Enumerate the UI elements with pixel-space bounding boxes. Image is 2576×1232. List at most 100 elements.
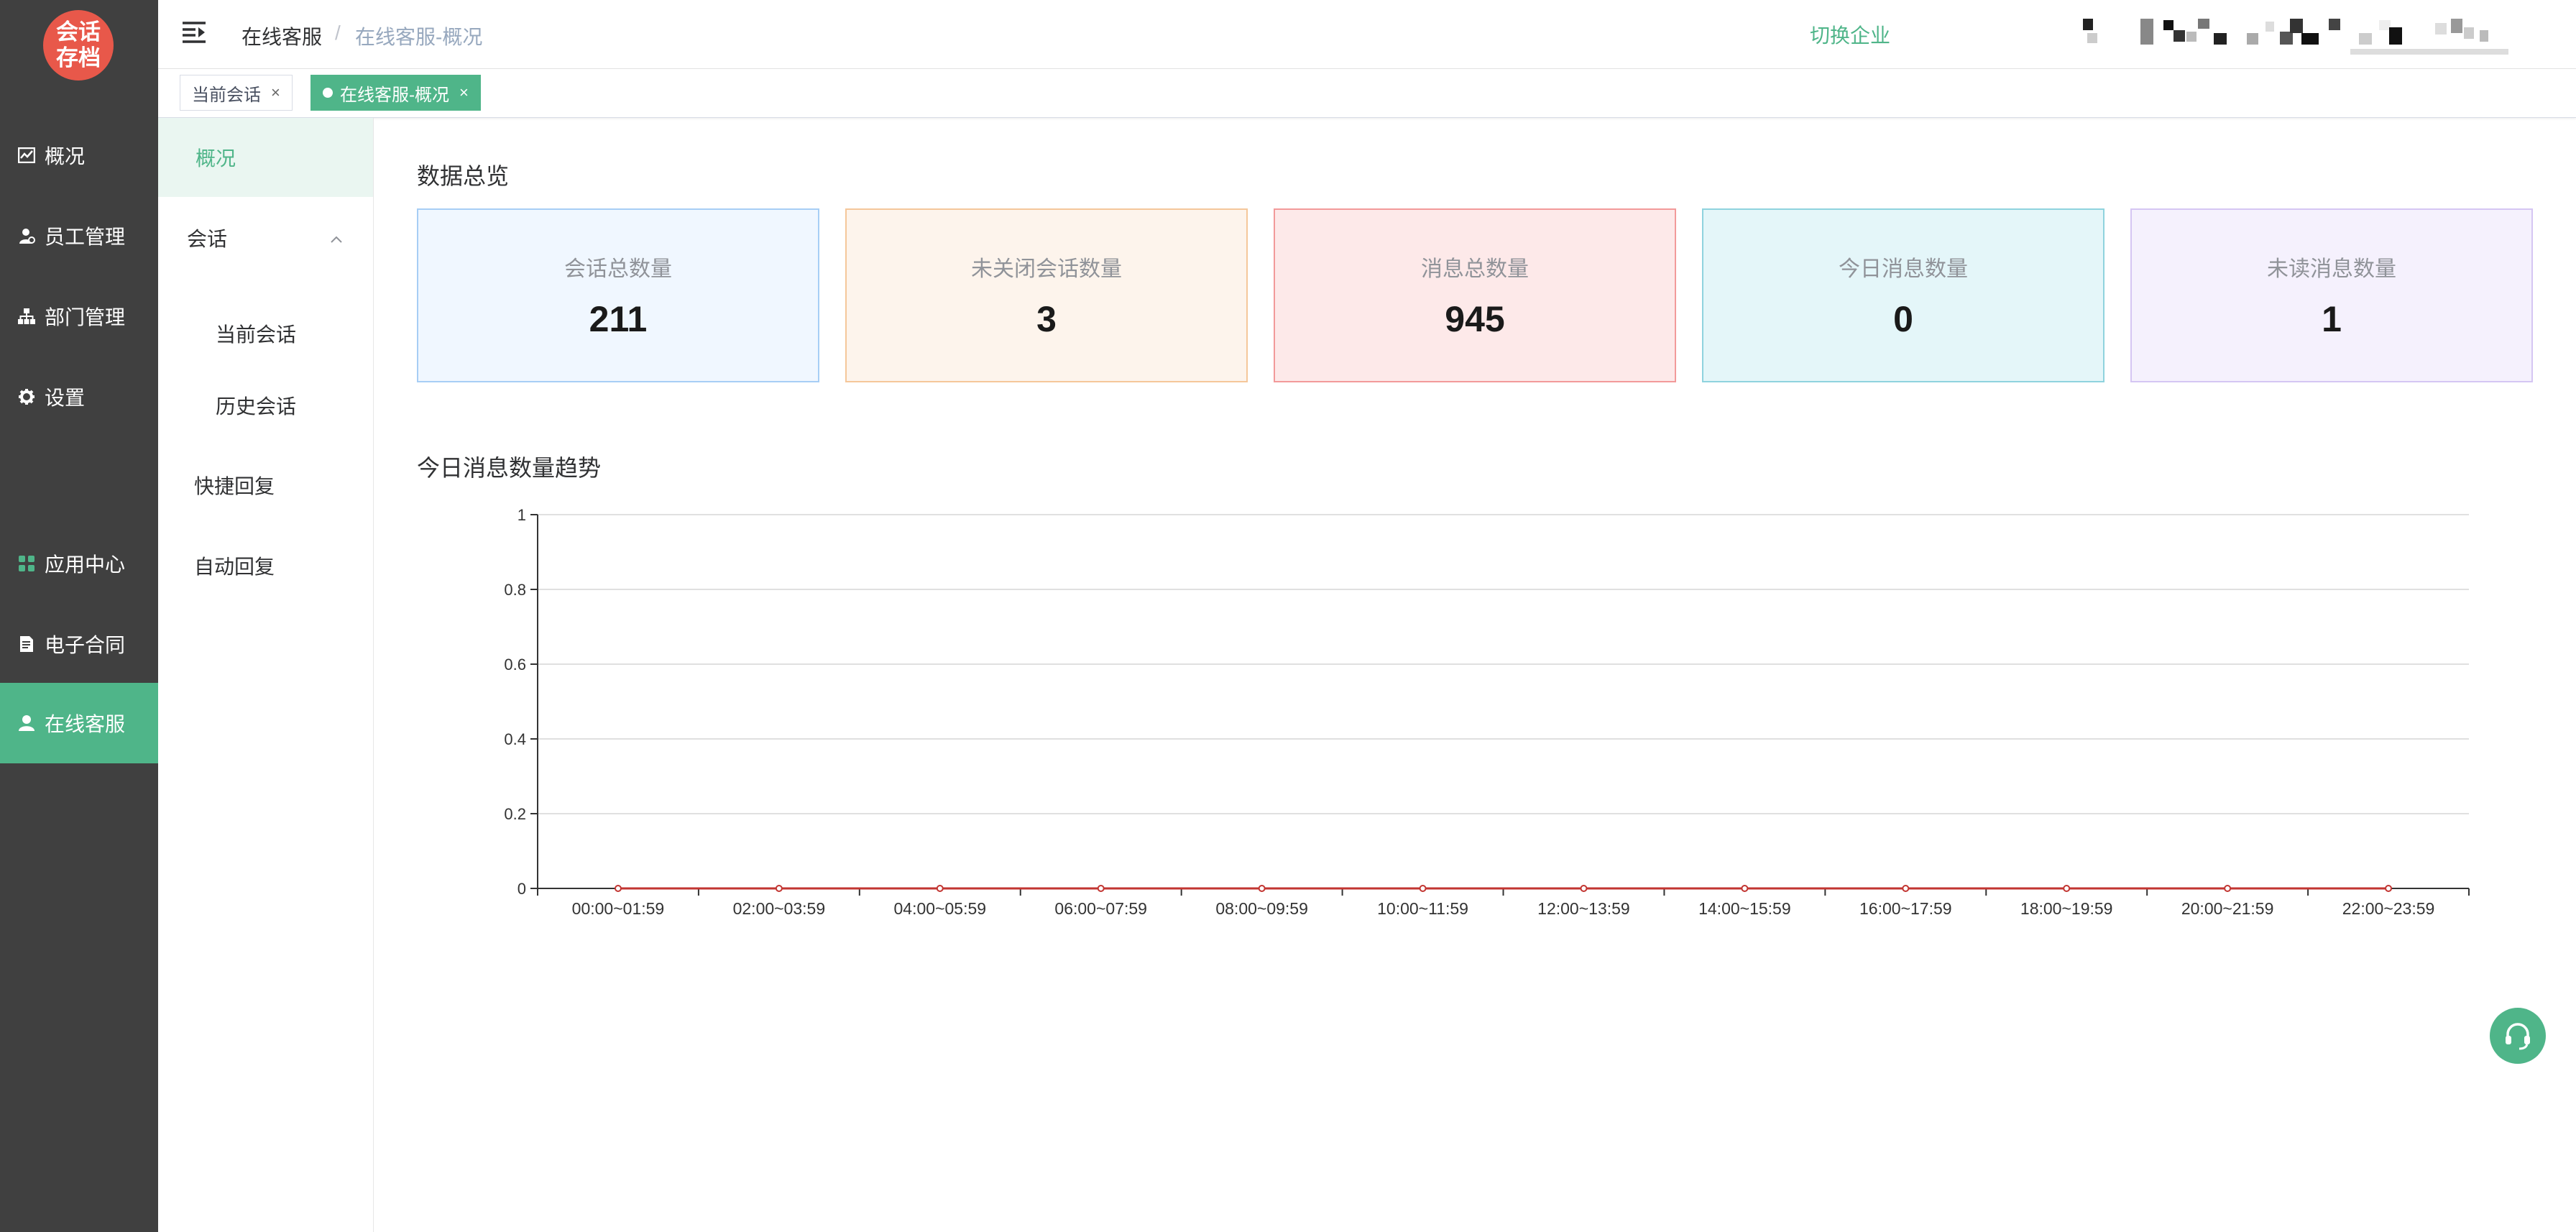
data-point [775, 885, 783, 892]
app-logo[interactable]: 会话 存档 [43, 10, 114, 81]
submenu-item-quick-reply[interactable]: 快捷回复 [158, 446, 373, 525]
message-trend-line-chart: 0 0.2 0.4 0.6 0.8 1 00:00~01:59 02:00~03:59 04:0… [504, 506, 2470, 918]
menu-toggle-icon[interactable] [181, 20, 207, 45]
submenu-item-auto-reply[interactable]: 自动回复 [158, 526, 373, 605]
close-icon[interactable]: × [459, 83, 469, 102]
submenu-item-label: 快捷回复 [194, 475, 275, 497]
org-chart-icon [17, 307, 36, 326]
submenu-item-current-session[interactable]: 当前会话 [158, 298, 373, 369]
submenu-item-label: 会话 [187, 228, 228, 250]
submenu: 概况 会话 当前会话 历史会话 快捷回复 自动回复 [158, 118, 374, 1232]
tag-label: 在线客服-概况 [340, 85, 449, 105]
stat-card-title: 未读消息数量 [2267, 257, 2396, 281]
y-tick-label: 0.2 [504, 805, 526, 823]
stat-card-value: 1 [2322, 299, 2342, 339]
sidebar-item-label: 设置 [45, 387, 86, 409]
data-point [1580, 885, 1588, 892]
data-point [1419, 885, 1427, 892]
stat-card-total-sessions: 会话总数量 211 [417, 208, 819, 382]
data-point [1902, 885, 1910, 892]
data-point [1258, 885, 1266, 892]
sidebar-item-label: 部门管理 [45, 306, 126, 328]
sidebar-item-overview[interactable]: 概况 [0, 115, 158, 196]
stat-card-total-messages: 消息总数量 945 [1274, 208, 1676, 382]
sidebar-item-label: 在线客服 [45, 713, 126, 735]
chevron-up-icon [331, 236, 342, 243]
y-tick-label: 0.4 [504, 730, 526, 748]
submenu-item-label: 当前会话 [216, 323, 297, 346]
x-tick-label: 00:00~01:59 [572, 899, 665, 918]
stat-card-today-messages: 今日消息数量 0 [1702, 208, 2104, 382]
tag-current-session[interactable]: 当前会话 × [180, 75, 293, 111]
y-tick-label: 0 [518, 880, 526, 898]
x-tick-label: 16:00~17:59 [1859, 899, 1952, 918]
stat-card-unread-messages: 未读消息数量 1 [2130, 208, 2533, 382]
sidebar-item-staff[interactable]: 员工管理 [0, 196, 158, 276]
data-point [2224, 885, 2232, 892]
breadcrumb-separator: / [335, 22, 341, 44]
person-icon [17, 714, 36, 732]
stat-card-value: 945 [1445, 299, 1505, 339]
x-tick-label: 18:00~19:59 [2020, 899, 2113, 918]
overview-title: 数据总览 [417, 163, 510, 189]
y-tick-label: 0.8 [504, 581, 526, 599]
apps-grid-icon [17, 554, 36, 573]
submenu-item-label: 概况 [196, 147, 236, 170]
submenu-item-session[interactable]: 会话 [158, 198, 373, 277]
stat-card-value: 211 [589, 299, 648, 339]
y-tick-label: 0.6 [504, 656, 526, 674]
chart-line-icon [17, 146, 36, 165]
sidebar-item-label: 员工管理 [45, 226, 126, 248]
stat-card-open-sessions: 未关闭会话数量 3 [845, 208, 1248, 382]
redacted-enterprise-name [2083, 19, 2508, 55]
sidebar-item-app-center[interactable]: 应用中心 [0, 523, 158, 604]
y-tick-label: 1 [518, 506, 526, 524]
document-icon [17, 635, 36, 653]
tag-label: 当前会话 [192, 85, 261, 105]
stat-card-title: 消息总数量 [1421, 257, 1529, 281]
switch-enterprise-link[interactable]: 切换企业 [1810, 20, 1890, 49]
submenu-item-overview[interactable]: 概况 [158, 118, 373, 197]
x-tick-label: 14:00~15:59 [1698, 899, 1791, 918]
active-dot-icon [323, 88, 333, 98]
submenu-item-label: 自动回复 [194, 556, 275, 578]
data-point [614, 885, 622, 892]
sidebar-item-department[interactable]: 部门管理 [0, 276, 158, 357]
main-content: 数据总览 会话总数量 211 未关闭会话数量 3 消息总数量 945 今日消息数… [374, 118, 2576, 1232]
logo-text: 会话 存档 [56, 19, 101, 70]
sidebar-item-online-service[interactable]: 在线客服 [0, 683, 158, 763]
sidebar: 会话 存档 概况 员工管理 部门管理 设置 应用中心 电子合同 在线客服 [0, 0, 158, 1232]
x-tick-label: 22:00~23:59 [2342, 899, 2435, 918]
sidebar-item-e-contract[interactable]: 电子合同 [0, 604, 158, 684]
x-tick-label: 02:00~03:59 [733, 899, 826, 918]
user-icon [17, 226, 36, 245]
sidebar-item-settings[interactable]: 设置 [0, 357, 158, 437]
breadcrumb-parent[interactable]: 在线客服 [242, 22, 322, 50]
sidebar-item-label: 应用中心 [45, 553, 126, 576]
x-tick-label: 12:00~13:59 [1537, 899, 1630, 918]
stat-card-title: 未关闭会话数量 [971, 257, 1122, 281]
x-tick-label: 06:00~07:59 [1054, 899, 1147, 918]
close-icon[interactable]: × [271, 83, 280, 102]
x-tick-label: 04:00~05:59 [894, 899, 987, 918]
data-point [2063, 885, 2071, 892]
top-header: 在线客服 / 在线客服-概况 切换企业 [158, 0, 2576, 69]
submenu-item-label: 历史会话 [216, 395, 297, 418]
submenu-item-history-session[interactable]: 历史会话 [158, 369, 373, 441]
tag-online-service-overview[interactable]: 在线客服-概况 × [310, 75, 481, 111]
stat-card-title: 会话总数量 [564, 257, 672, 281]
headset-icon [2506, 1023, 2530, 1050]
trend-title: 今日消息数量趋势 [417, 455, 602, 481]
x-tick-label: 08:00~09:59 [1215, 899, 1308, 918]
breadcrumb-current: 在线客服-概况 [355, 26, 483, 48]
data-point [1097, 885, 1105, 892]
data-point [1741, 885, 1749, 892]
x-tick-label: 10:00~11:59 [1377, 899, 1468, 918]
sidebar-item-label: 概况 [45, 145, 86, 167]
customer-service-button[interactable] [2490, 1008, 2546, 1064]
data-point [936, 885, 944, 892]
sidebar-item-label: 电子合同 [45, 634, 126, 656]
tags-view-bar: 当前会话 × 在线客服-概况 × [158, 69, 2576, 118]
gear-icon [17, 387, 36, 406]
data-point [2385, 885, 2393, 892]
